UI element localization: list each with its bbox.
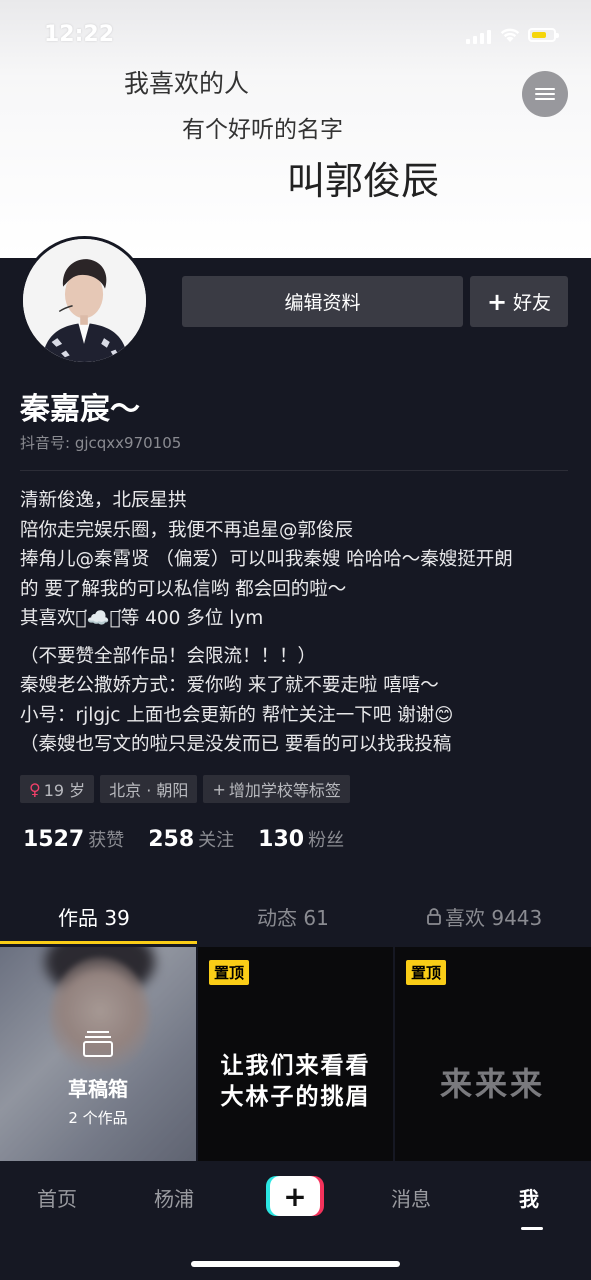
nav-location[interactable]: 杨浦 xyxy=(154,1183,194,1212)
nickname: 秦嘉宸～ xyxy=(20,392,140,427)
nav-messages[interactable]: 消息 xyxy=(391,1183,431,1212)
add-school-tag[interactable]: + 增加学校等标签 xyxy=(203,775,350,803)
pinned-badge: 置顶 xyxy=(406,960,447,985)
bottom-nav: 首页 杨浦 + 消息 我 xyxy=(0,1161,591,1280)
avatar[interactable] xyxy=(20,236,149,365)
followers-label: 粉丝 xyxy=(308,830,345,851)
banner-line-1: 我喜欢的人 xyxy=(124,69,250,98)
add-school-label: 增加学校等标签 xyxy=(228,781,341,800)
bio-line: 秦嫂老公撒娇方式：爱你哟 来了就不要走啦 嘻嘻～ xyxy=(20,675,439,696)
age-tag: ♀ 19 岁 xyxy=(20,775,95,803)
bio-line: 捧角儿@秦霄贤 （偏爱）可以叫我秦嫂 哈哈哈～秦嫂挺开朗 xyxy=(20,549,513,570)
video-cover-text: 让我们来看看 大林子的挑眉 xyxy=(198,1050,393,1112)
drafts-cell[interactable]: 草稿箱 2 个作品 xyxy=(0,947,196,1161)
bio-line: 小号：rjlgjc 上面也会更新的 帮忙关注一下吧 谢谢😊 xyxy=(20,704,454,726)
drafts-title: 草稿箱 xyxy=(68,1077,128,1101)
divider xyxy=(20,470,568,471)
active-nav-indicator xyxy=(521,1227,543,1230)
plus-icon: + xyxy=(270,1176,320,1216)
banner-line-2: 有个好听的名字 xyxy=(182,117,343,143)
hamburger-icon xyxy=(535,85,555,103)
location-tag: 北京 · 朝阳 xyxy=(100,775,198,803)
bio-line: 清新俊逸，北辰星拱 xyxy=(20,490,187,511)
profile-stats: 1527 获赞 258 关注 130 粉丝 xyxy=(23,826,368,852)
video-cover-text: 来来来 xyxy=(439,1065,545,1103)
location-label: 北京 · 朝阳 xyxy=(109,781,189,800)
active-tab-indicator xyxy=(0,941,197,944)
banner-line-3: 叫郭俊辰 xyxy=(287,159,440,203)
likes-label: 获赞 xyxy=(88,830,125,851)
create-video-button[interactable]: + xyxy=(266,1176,324,1216)
tab-dynamics[interactable]: 动态 61 xyxy=(257,902,329,931)
pinned-badge: 置顶 xyxy=(209,960,250,985)
followers-count: 130 xyxy=(258,827,305,852)
profile-banner: 12:22 我喜欢的人 有个好听的名字 叫郭俊辰 xyxy=(0,0,591,258)
following-stat[interactable]: 258 关注 xyxy=(148,826,234,852)
wifi-icon xyxy=(500,28,520,42)
likes-count: 1527 xyxy=(23,827,85,852)
lock-icon xyxy=(427,908,441,925)
plus-icon: + xyxy=(486,287,508,316)
video-cell[interactable]: 置顶 来来来 xyxy=(395,947,591,1161)
bio[interactable]: 清新俊逸，北辰星拱 陪你走完娱乐圈，我便不再追星@郭俊辰 捧角儿@秦霄贤 （偏爱… xyxy=(20,486,580,760)
nav-home[interactable]: 首页 xyxy=(37,1183,77,1212)
avatar-photo xyxy=(23,239,146,362)
bio-line: （不要赞全部作品！会限流！！！） xyxy=(20,645,317,667)
tab-likes-label: 喜欢 9443 xyxy=(445,906,543,930)
cover-line: 让我们来看看 xyxy=(220,1052,371,1079)
following-label: 关注 xyxy=(198,830,235,851)
add-friend-button[interactable]: + 好友 xyxy=(470,276,568,327)
home-indicator[interactable] xyxy=(191,1261,400,1267)
followers-stat[interactable]: 130 粉丝 xyxy=(258,826,344,852)
douyin-id: 抖音号: gjcqxx970105 xyxy=(20,434,182,452)
bio-line: 其喜欢德͘☁️社͘等 400 多位 lym xyxy=(20,608,264,629)
drafts-count: 2 个作品 xyxy=(68,1109,128,1127)
bio-line: 的 要了解我的可以私信哟 都会回的啦～ xyxy=(20,578,347,600)
video-cell[interactable]: 置顶 让我们来看看 大林子的挑眉 xyxy=(198,947,393,1161)
following-count: 258 xyxy=(148,827,195,852)
drafts-box-icon xyxy=(83,1031,113,1057)
tab-works[interactable]: 作品 39 xyxy=(58,902,130,931)
edit-profile-button[interactable]: 编辑资料 xyxy=(182,276,463,327)
video-grid: 草稿箱 2 个作品 置顶 让我们来看看 大林子的挑眉 置顶 来来来 xyxy=(0,947,591,1161)
female-icon: ♀ xyxy=(29,779,41,799)
edit-profile-label: 编辑资料 xyxy=(284,292,361,314)
battery-icon xyxy=(528,28,559,42)
menu-button[interactable] xyxy=(522,71,568,117)
add-friend-label: 好友 xyxy=(513,292,552,314)
age-label: 19 岁 xyxy=(43,781,86,800)
tab-likes[interactable]: 喜欢 9443 xyxy=(427,902,542,931)
bio-line: （秦嫂也写文的啦只是没发而已 要看的可以找我投稿 xyxy=(20,734,452,755)
likes-stat[interactable]: 1527 获赞 xyxy=(23,826,124,852)
status-time: 12:22 xyxy=(44,22,115,47)
cover-line: 大林子的挑眉 xyxy=(220,1083,371,1110)
content-tabs: 作品 39 动态 61 喜欢 9443 xyxy=(0,884,591,944)
profile-tags: ♀ 19 岁 北京 · 朝阳 + 增加学校等标签 xyxy=(20,775,350,803)
nav-me[interactable]: 我 xyxy=(519,1183,539,1212)
signal-icon xyxy=(466,28,492,44)
plus-icon: + xyxy=(212,779,226,799)
bio-line: 陪你走完娱乐圈，我便不再追星@郭俊辰 xyxy=(20,519,354,541)
status-bar: 12:22 xyxy=(0,0,591,60)
